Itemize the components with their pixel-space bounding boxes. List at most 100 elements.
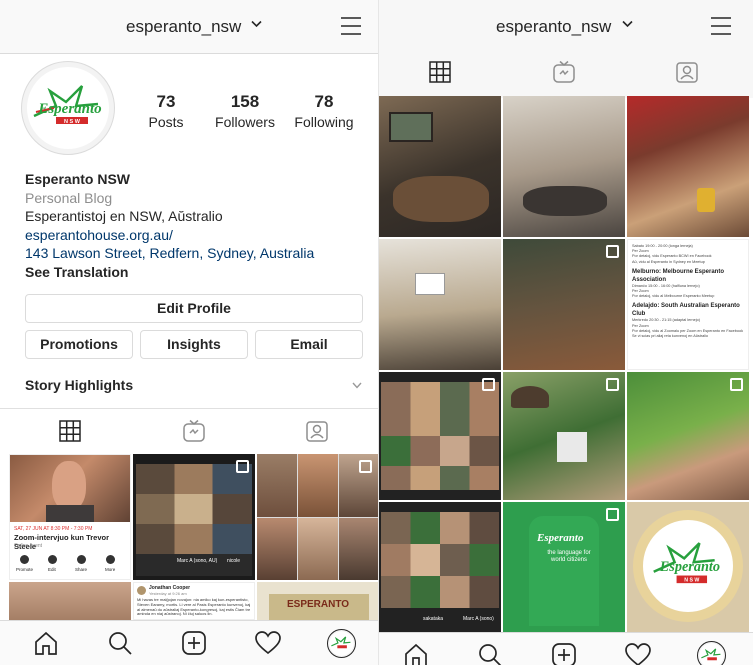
username-switcher[interactable]: esperanto_nsw <box>496 17 611 37</box>
menu-icon[interactable] <box>710 17 732 35</box>
menu-icon[interactable] <box>340 17 362 35</box>
igtv-icon[interactable] <box>552 60 576 84</box>
edit-profile-button[interactable]: Edit Profile <box>25 294 363 323</box>
activity-heart-icon[interactable] <box>625 643 651 665</box>
story-highlights-label[interactable]: Story Highlights <box>25 377 133 393</box>
book-cover-title: ESPERANTO <box>287 599 350 610</box>
post-thumbnail[interactable]: Sabato 19:00 - 20:00 (longa lerneja) Per… <box>627 239 749 370</box>
see-translation-link[interactable]: See Translation <box>25 263 314 282</box>
stat-followers-count: 158 <box>230 92 260 111</box>
stat-following[interactable]: 78 Following <box>284 92 364 130</box>
event-action-label: Promote <box>16 567 34 572</box>
stat-following-label: Following <box>294 114 354 130</box>
grid-icon[interactable] <box>59 420 81 442</box>
promotions-button[interactable]: Promotions <box>25 330 133 359</box>
multiple-posts-icon <box>359 460 372 473</box>
svg-text:Esperanto: Esperanto <box>37 101 101 117</box>
post-thumbnail[interactable] <box>379 96 501 237</box>
post-thumbnail[interactable]: Marc A (sono, AU) nicole <box>133 454 255 580</box>
portrait-photo <box>10 455 130 522</box>
event-date: SAT, 27 JUN AT 8:30 PM - 7:30 PM <box>14 526 93 532</box>
club-line: Por detaloj, vidu al Melbourne Esperanto… <box>632 294 715 299</box>
zoom-participant: sakataka <box>423 616 444 622</box>
stat-followers[interactable]: 158 Followers <box>205 92 285 130</box>
event-action-label: Edit <box>48 567 56 572</box>
multiple-posts-icon <box>236 460 249 473</box>
profile-screen-right: esperanto_nsw Sabato 19:00 - 20:00 (long… <box>378 0 753 665</box>
esperanto-nsw-logo: Esperanto N S W <box>653 542 720 584</box>
multiple-posts-icon <box>606 245 619 258</box>
fb-post-text: Mi havas tre malĝojan novaĵon: nia amiko… <box>137 597 251 617</box>
event-action-label: Share <box>75 567 88 572</box>
zoom-participant: Marc A (sono) <box>463 616 494 622</box>
chevron-down-icon[interactable] <box>622 20 633 28</box>
zoom-participant: nicole <box>227 558 241 564</box>
search-icon[interactable] <box>477 642 503 665</box>
post-thumbnail[interactable]: Esperanto the language for world citizen… <box>503 502 625 632</box>
post-thumbnail[interactable] <box>503 372 625 500</box>
esperanto-nsw-logo: Esperanto N S W <box>27 67 109 149</box>
post-thumbnail[interactable] <box>257 454 378 580</box>
email-button[interactable]: Email <box>255 330 363 359</box>
shirt-print-tagline: the language for world citizens <box>547 550 591 563</box>
post-grid: Sabato 19:00 - 20:00 (longa lerneja) Per… <box>379 96 753 632</box>
club-heading: Adelajdo: South Australian Esperanto Clu… <box>632 303 740 318</box>
post-thumbnail[interactable] <box>379 239 501 370</box>
svg-text:N S W: N S W <box>64 119 81 125</box>
club-listing: Sabato 19:00 - 20:00 (longa lerneja) Per… <box>632 244 746 339</box>
multiple-posts-icon <box>730 378 743 391</box>
multiple-posts-icon <box>606 378 619 391</box>
post-grid: SAT, 27 JUN AT 8:30 PM - 7:30 PM Zoom-in… <box>0 454 378 620</box>
fb-post-time: Yesterday at 9:26 am <box>149 591 187 596</box>
profile-address-link[interactable]: 143 Lawson Street, Redfern, Sydney, Aust… <box>25 244 314 263</box>
activity-heart-icon[interactable] <box>255 631 281 655</box>
profile-bio: Esperanto NSW Personal Blog Esperantisto… <box>25 170 314 281</box>
stat-following-count: 78 <box>314 92 334 111</box>
post-thumbnail[interactable] <box>627 372 749 500</box>
post-thumbnail[interactable] <box>503 239 625 370</box>
stat-posts[interactable]: 73 Posts <box>126 92 206 130</box>
profile-tab-avatar[interactable] <box>697 641 726 665</box>
club-line: Se vi scias pri aliaj reta kunvenoj en A… <box>632 334 708 339</box>
esperanto-nsw-logo <box>329 631 354 656</box>
post-thumbnail[interactable]: Esperanto N S W <box>627 502 749 632</box>
event-actions: Promote Edit Share More <box>14 555 128 577</box>
home-icon[interactable] <box>33 630 59 656</box>
new-post-icon[interactable] <box>551 642 577 665</box>
post-thumbnail[interactable]: ESPERANTO <box>257 582 378 620</box>
multiple-posts-icon <box>606 508 619 521</box>
search-icon[interactable] <box>107 630 133 656</box>
profile-header: esperanto_nsw <box>379 0 753 54</box>
post-thumbnail[interactable]: SAT, 27 JUN AT 8:30 PM - 7:30 PM Zoom-in… <box>9 454 131 580</box>
profile-website-link[interactable]: esperantohouse.org.au/ <box>25 226 314 245</box>
new-post-icon[interactable] <box>181 630 207 656</box>
tagged-icon[interactable] <box>675 60 699 84</box>
username-switcher[interactable]: esperanto_nsw <box>126 17 241 37</box>
grid-icon[interactable] <box>429 61 451 83</box>
post-thumbnail[interactable]: sakataka Marc A (sono) <box>379 502 501 632</box>
profile-avatar[interactable]: Esperanto N S W <box>21 61 115 155</box>
profile-name: Esperanto NSW <box>25 171 131 187</box>
chevron-down-icon[interactable] <box>352 382 362 389</box>
bottom-nav <box>379 632 753 665</box>
post-thumbnail[interactable] <box>627 96 749 237</box>
post-thumbnail[interactable]: Jonathan Cooper Yesterday at 9:26 am Mi … <box>133 582 255 620</box>
stat-posts-count: 73 <box>156 92 176 111</box>
stat-followers-label: Followers <box>215 114 275 130</box>
home-icon[interactable] <box>403 642 429 665</box>
club-line: Aŭ, vidu al Esperanto in Sydney en Meetu… <box>632 259 705 264</box>
profile-tabs <box>0 408 378 454</box>
igtv-icon[interactable] <box>182 419 206 443</box>
insights-button[interactable]: Insights <box>140 330 248 359</box>
tagged-icon[interactable] <box>305 419 329 443</box>
zoom-participant: Marc A (sono, AU) <box>177 558 218 564</box>
event-subtitle: Online event <box>14 543 43 549</box>
chevron-down-icon[interactable] <box>251 20 262 28</box>
screenshot-composite: esperanto_nsw Esperanto N S W 73 Posts 1… <box>0 0 753 665</box>
post-thumbnail[interactable] <box>503 96 625 237</box>
logo-script: Esperanto <box>659 559 720 575</box>
post-thumbnail[interactable] <box>9 582 131 620</box>
post-thumbnail[interactable] <box>379 372 501 500</box>
event-action-label: More <box>105 567 116 572</box>
profile-tab-avatar[interactable] <box>327 629 356 658</box>
